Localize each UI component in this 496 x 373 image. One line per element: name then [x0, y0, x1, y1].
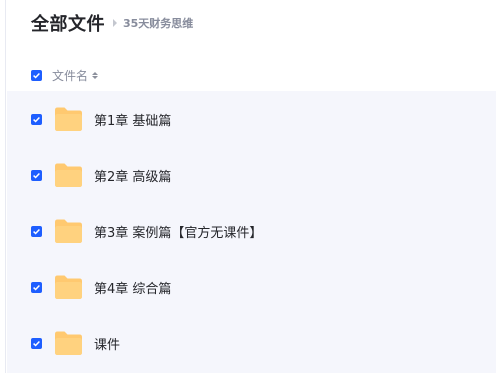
list-item[interactable]: 第2章 高级篇 — [7, 147, 496, 203]
row-checkbox[interactable] — [31, 225, 42, 237]
row-checkbox[interactable] — [31, 281, 42, 293]
file-name[interactable]: 第1章 基础篇 — [94, 110, 171, 129]
check-icon — [33, 228, 40, 235]
row-checkbox[interactable] — [31, 169, 42, 181]
file-name[interactable]: 第3章 案例篇【官方无课件】 — [94, 222, 262, 241]
row-checkbox[interactable] — [31, 337, 42, 349]
check-icon — [33, 284, 40, 291]
check-icon — [33, 172, 40, 179]
select-all-checkbox[interactable] — [31, 69, 42, 81]
sort-icon[interactable] — [92, 71, 99, 79]
list-item[interactable]: 课件 — [7, 315, 496, 371]
column-header-filename[interactable]: 文件名 — [52, 67, 88, 84]
file-list: 第1章 基础篇 第2章 高级篇 第3章 案例篇【官方无课件】 第4章 综合篇 课… — [7, 91, 496, 373]
row-checkbox[interactable] — [31, 113, 42, 125]
file-name[interactable]: 第2章 高级篇 — [94, 166, 171, 185]
folder-icon — [55, 331, 82, 355]
file-name[interactable]: 课件 — [94, 334, 120, 353]
file-name[interactable]: 第4章 综合篇 — [94, 278, 171, 297]
check-icon — [33, 116, 40, 123]
breadcrumb-current[interactable]: 35天财务思维 — [123, 15, 193, 31]
column-header: 文件名 — [31, 66, 99, 84]
page-title[interactable]: 全部文件 — [31, 10, 105, 36]
check-icon — [33, 340, 40, 347]
folder-icon — [55, 163, 82, 187]
list-item[interactable]: 第1章 基础篇 — [7, 91, 496, 147]
folder-icon — [55, 275, 82, 299]
list-item[interactable]: 第3章 案例篇【官方无课件】 — [7, 203, 496, 259]
breadcrumb-separator-icon — [113, 19, 117, 27]
page-header: 全部文件 35天财务思维 — [31, 10, 193, 36]
folder-icon — [55, 219, 82, 243]
left-divider — [5, 0, 6, 373]
list-item[interactable]: 第4章 综合篇 — [7, 259, 496, 315]
folder-icon — [55, 107, 82, 131]
check-icon — [33, 72, 40, 79]
